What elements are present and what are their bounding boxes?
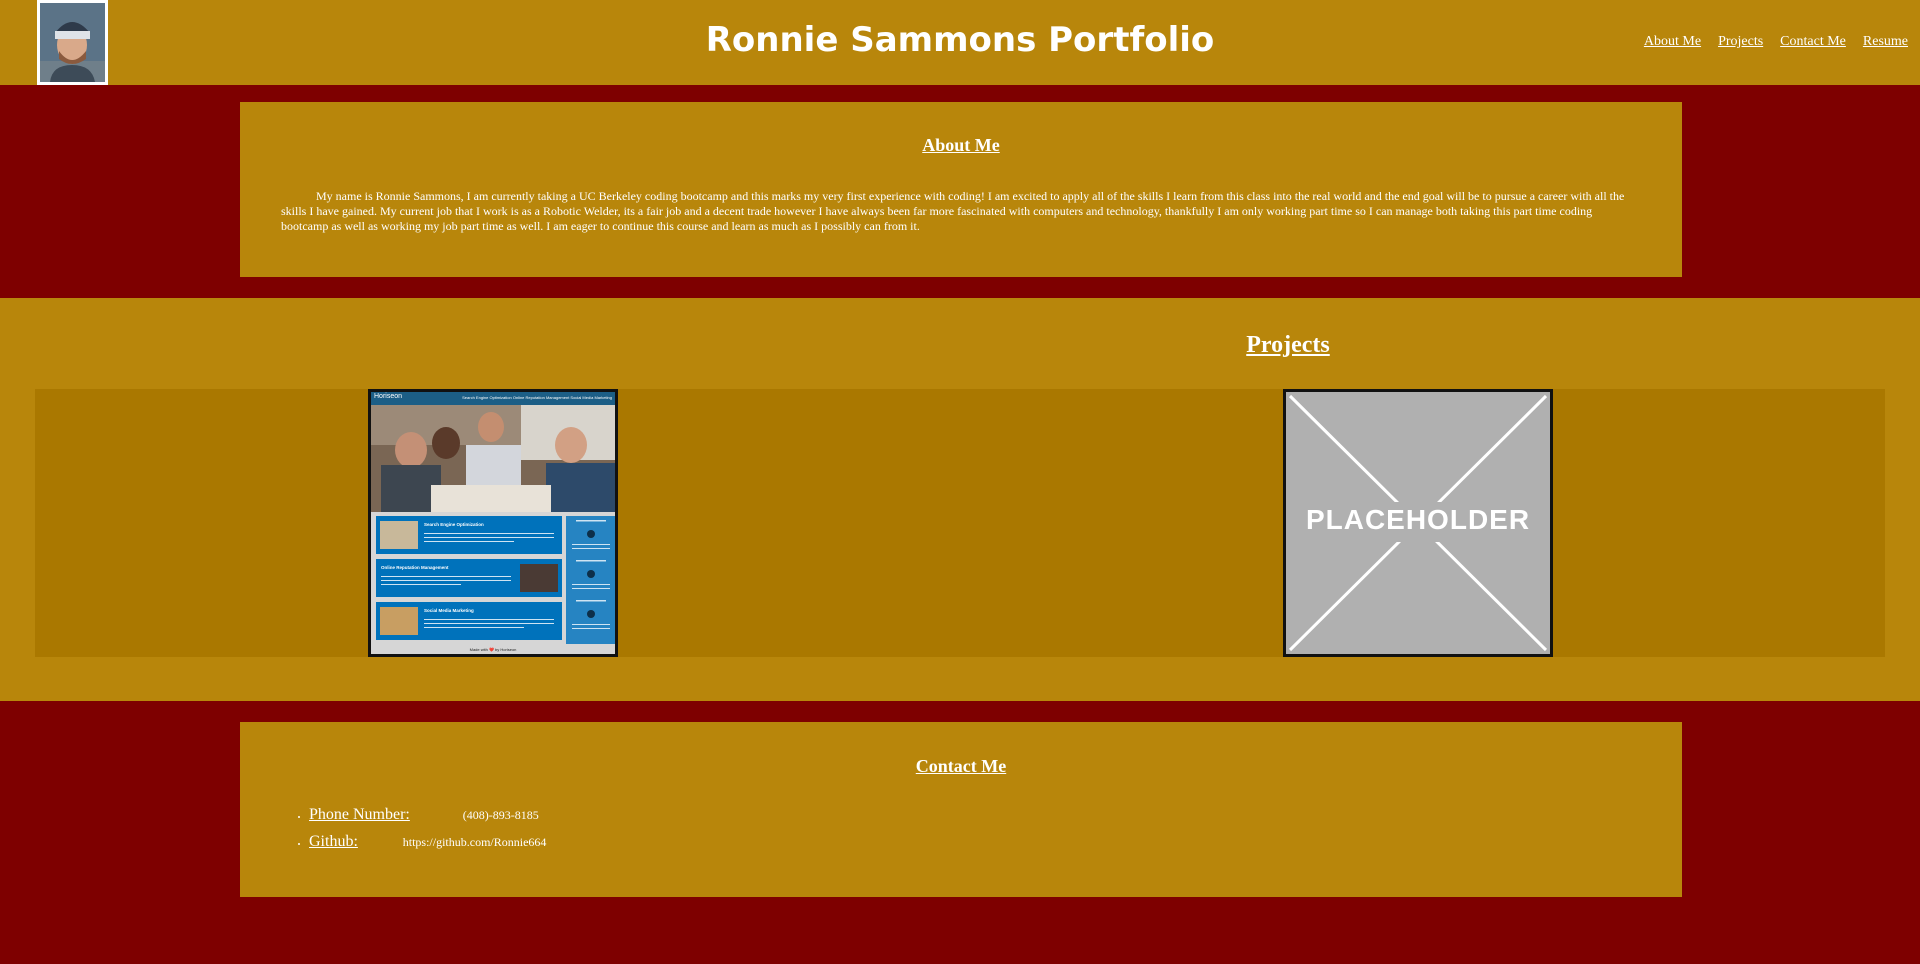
projects-strip (35, 389, 1885, 657)
orm-heading: Online Reputation Management (381, 565, 449, 570)
projects-section: Projects Horiseon Search Engine Optimiza… (0, 298, 1920, 701)
placeholder-label: PLACEHOLDER (1305, 504, 1531, 535)
horiseon-sidebar (566, 516, 615, 644)
contact-section: Contact Me Phone Number: (408)-893-8185 … (240, 722, 1682, 897)
orm-thumbnail (520, 564, 558, 592)
phone-label: Phone Number: (309, 806, 410, 823)
smm-heading: Social Media Marketing (424, 608, 474, 613)
top-nav: About Me Projects Contact Me Resume (1644, 34, 1908, 50)
project-card-horiseon[interactable]: Horiseon Search Engine Optimization Onli… (368, 389, 618, 657)
phone-value[interactable]: (408)-893-8185 (463, 808, 539, 823)
page-title: Ronnie Sammons Portfolio (705, 20, 1215, 60)
seo-heading: Search Engine Optimization (424, 522, 484, 527)
github-link[interactable]: https://github.com/Ronnie664 (403, 835, 547, 850)
horiseon-footer: Made with ❤️ by Horiseon (469, 647, 517, 652)
horiseon-logo: Horiseon (374, 393, 403, 400)
horiseon-section-smm: Social Media Marketing (376, 602, 562, 640)
horiseon-content: Search Engine Optimization Online Reputa… (376, 516, 562, 644)
nav-resume-link[interactable]: Resume (1863, 34, 1908, 50)
contact-phone-item: Phone Number: (408)-893-8185 (309, 806, 546, 833)
nav-about-link[interactable]: About Me (1644, 34, 1701, 50)
nav-projects-link[interactable]: Projects (1718, 34, 1763, 50)
projects-heading: Projects (1246, 332, 1330, 358)
nav-contact-link[interactable]: Contact Me (1780, 34, 1846, 50)
site-header: Ronnie Sammons Portfolio About Me Projec… (0, 0, 1920, 85)
contact-list: Phone Number: (408)-893-8185 Github: htt… (295, 806, 546, 860)
horiseon-section-orm: Online Reputation Management (376, 559, 562, 597)
horiseon-section-seo: Search Engine Optimization (376, 516, 562, 554)
project-card-placeholder[interactable]: PLACEHOLDER (1283, 389, 1553, 657)
about-heading: About Me (922, 135, 1000, 155)
contact-heading: Contact Me (915, 756, 1007, 776)
about-text: My name is Ronnie Sammons, I am currentl… (281, 189, 1625, 233)
contact-github-item: Github: https://github.com/Ronnie664 (309, 833, 546, 860)
smm-thumbnail (380, 607, 418, 635)
seo-thumbnail (380, 521, 418, 549)
horiseon-hero-image (371, 405, 615, 512)
horiseon-header-bar: Horiseon Search Engine Optimization Onli… (371, 392, 615, 405)
about-section: About Me My name is Ronnie Sammons, I am… (240, 102, 1682, 277)
horiseon-nav-text: Search Engine Optimization Online Reputa… (462, 395, 612, 400)
github-label: Github: (309, 833, 358, 850)
